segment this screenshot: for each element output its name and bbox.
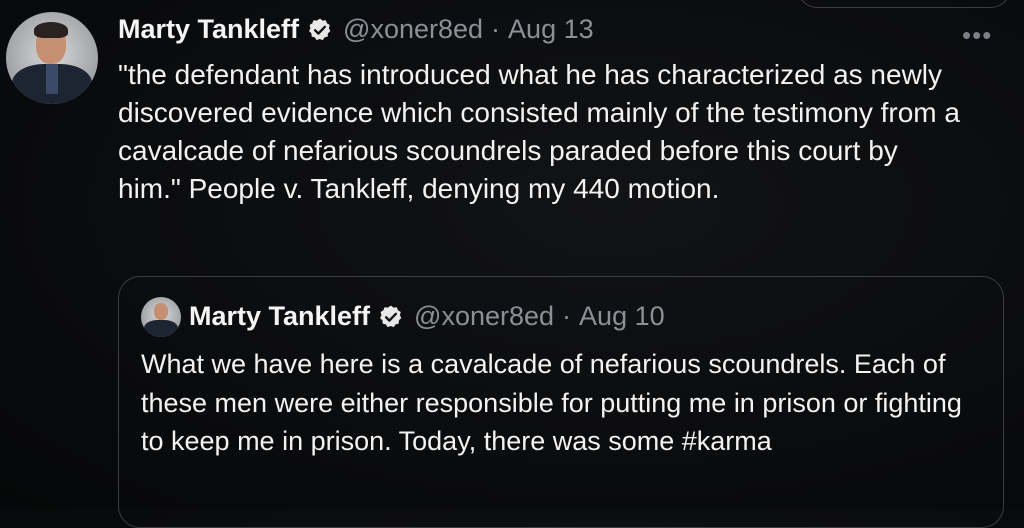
avatar[interactable] (6, 12, 98, 104)
separator-dot: · (562, 301, 572, 331)
quoted-tweet[interactable]: Marty Tankleff @xoner8ed · Aug 10 What w… (118, 276, 1004, 528)
verified-badge-icon (380, 305, 402, 327)
top-button-outline[interactable] (798, 0, 1010, 8)
verified-badge-icon (309, 18, 331, 40)
tweet-text: "the defendant has introduced what he ha… (118, 59, 960, 204)
tweet-header: Marty Tankleff @xoner8ed · Aug 13 (118, 14, 594, 45)
quoted-tweet-text: What we have here is a cavalcade of nefa… (141, 349, 962, 456)
quoted-author-handle[interactable]: @xoner8ed (414, 301, 554, 332)
tweet-date[interactable]: Aug 13 (508, 14, 594, 45)
quoted-tweet-date[interactable]: Aug 10 (579, 301, 665, 332)
more-options-icon[interactable]: ••• (962, 22, 992, 48)
quoted-author-name[interactable]: Marty Tankleff (189, 301, 370, 332)
author-name[interactable]: Marty Tankleff (118, 14, 299, 45)
quoted-avatar[interactable] (141, 297, 181, 337)
quoted-tweet-header: Marty Tankleff @xoner8ed · Aug 10 (189, 301, 665, 332)
author-handle[interactable]: @xoner8ed (343, 14, 483, 45)
separator-dot: · (491, 14, 501, 44)
